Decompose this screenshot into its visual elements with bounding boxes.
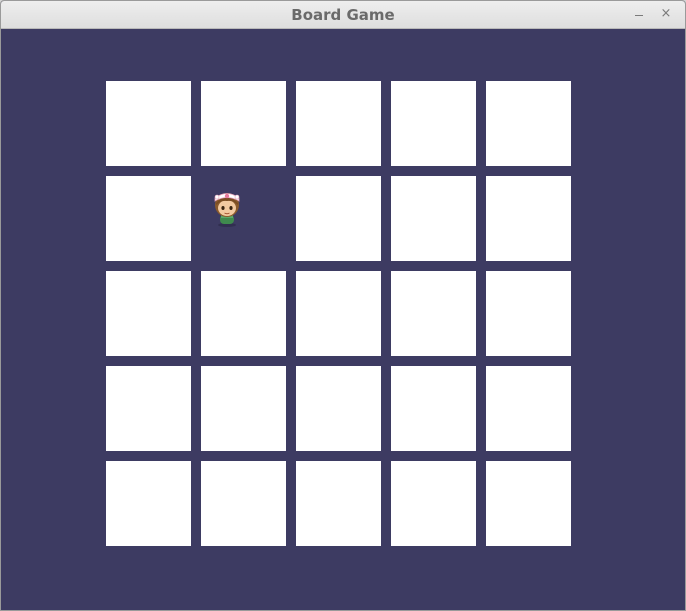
board-tile[interactable] [106,81,191,166]
board-tile[interactable] [486,461,571,546]
minimize-button[interactable] [631,6,647,22]
title-bar[interactable]: Board Game × [1,1,685,29]
board-tile[interactable] [296,81,381,166]
board-tile[interactable] [201,271,286,356]
window-title: Board Game [291,6,395,24]
board-tile[interactable] [486,176,571,261]
app-window: Board Game × [0,0,686,611]
board-tile[interactable] [391,366,476,451]
board-tile[interactable] [106,461,191,546]
board-tile[interactable] [391,81,476,166]
player-character-icon[interactable] [209,188,245,228]
board-tile-revealed[interactable] [201,176,286,261]
board-tile[interactable] [391,461,476,546]
board-tile[interactable] [201,366,286,451]
board-tile[interactable] [296,271,381,356]
board-tile[interactable] [201,81,286,166]
board-tile[interactable] [106,176,191,261]
board-tile[interactable] [486,271,571,356]
board-tile[interactable] [296,366,381,451]
board-tile[interactable] [391,176,476,261]
close-icon: × [660,6,672,21]
board-tile[interactable] [486,81,571,166]
board-tile[interactable] [296,176,381,261]
board-tile[interactable] [296,461,381,546]
game-board [106,81,571,546]
board-tile[interactable] [106,366,191,451]
board-tile[interactable] [106,271,191,356]
board-tile[interactable] [201,461,286,546]
close-button[interactable]: × [658,6,674,22]
board-tile[interactable] [391,271,476,356]
game-area [4,29,684,609]
minimize-icon [635,15,643,16]
board-tile[interactable] [486,366,571,451]
